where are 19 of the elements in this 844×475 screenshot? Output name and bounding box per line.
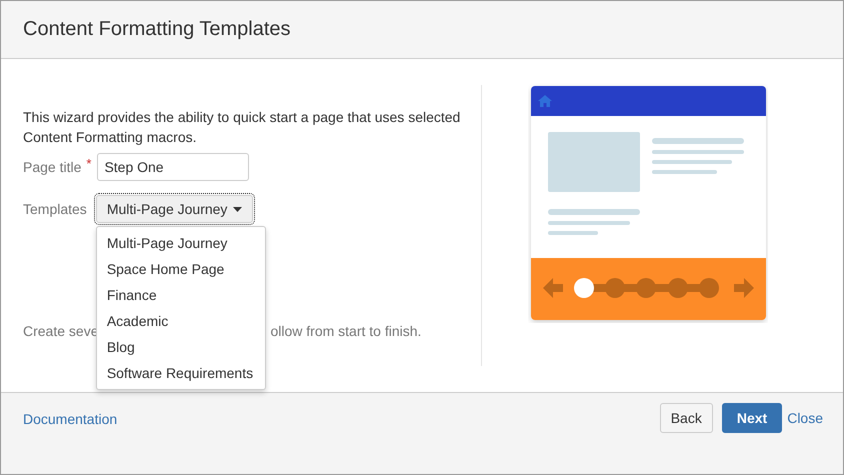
dialog-title: Content Formatting Templates [23,18,291,41]
templates-dropdown[interactable]: Multi-Page Journey [96,195,254,223]
description-text: ollow from start to finish. [270,323,422,339]
caret-icon [233,206,242,212]
close-link[interactable]: Close [787,403,823,433]
menu-item[interactable]: Multi-Page Journey [96,230,265,256]
menu-item[interactable]: Space Home Page [96,256,265,282]
menu-item[interactable]: Finance [96,282,265,308]
menu-item[interactable]: Software Requirements [96,360,265,386]
menu-item[interactable]: Academic [96,308,265,334]
field-label: Page title [23,159,82,175]
back-button[interactable]: Back [660,403,713,433]
menu-item[interactable]: Blog [96,334,265,360]
documentation-link[interactable]: Documentation [23,411,118,427]
intro-text: This wizard provides the ability to quick start a page that uses selected Content Formatting macros. [23,108,462,147]
next-button[interactable]: Next [722,403,782,433]
page-title-field[interactable]: Step One [97,153,250,181]
required-mark: * [86,156,92,170]
field-label: Templates [23,201,87,217]
